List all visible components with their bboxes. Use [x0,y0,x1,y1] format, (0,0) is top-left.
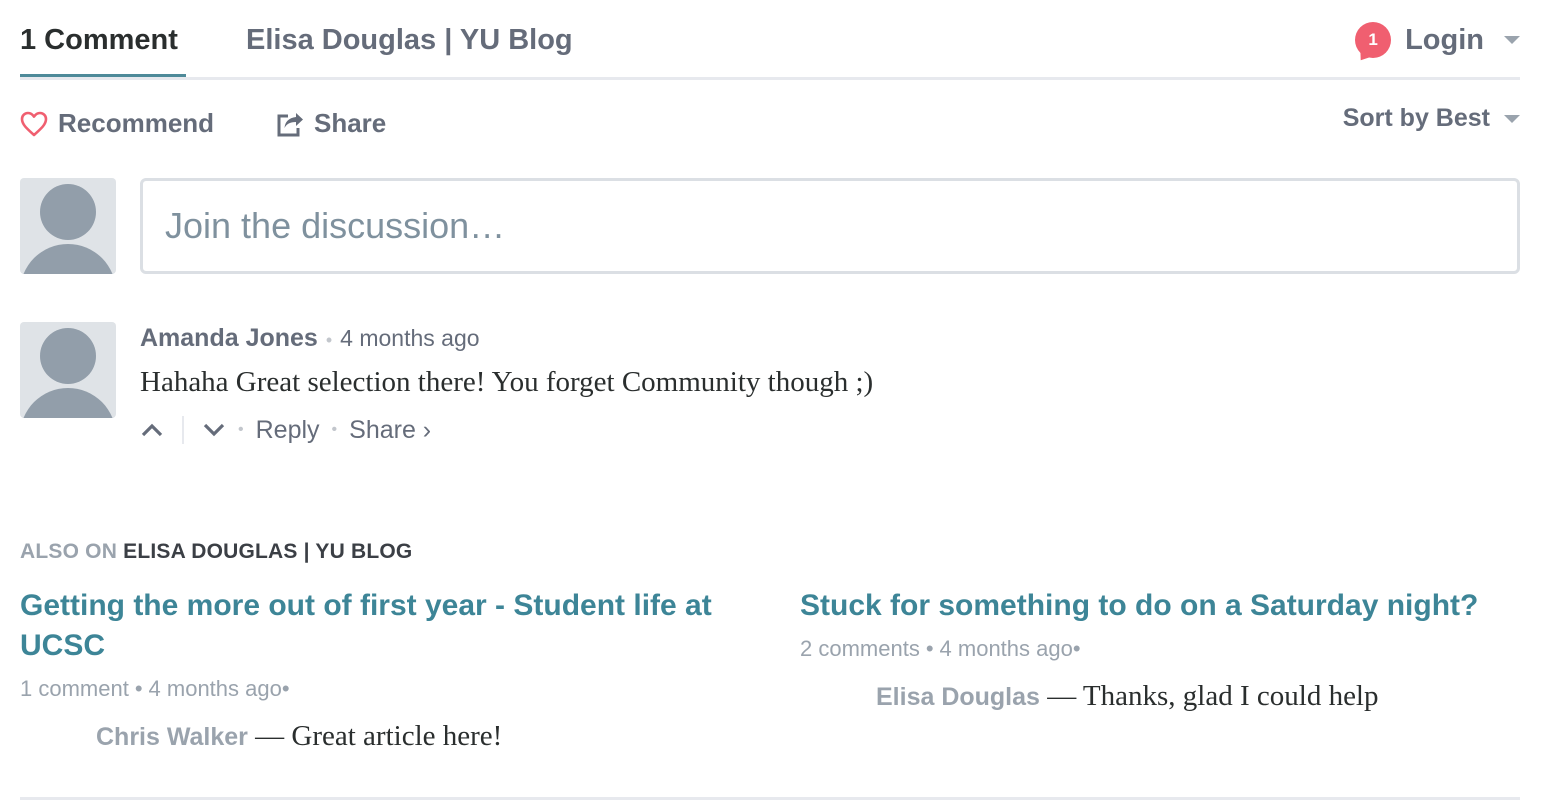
meta-separator: • [1072,636,1081,661]
comment-count: 2 comments [800,636,920,661]
downvote-icon [203,423,225,437]
comment-author-name[interactable]: Amanda Jones [140,324,318,353]
avatar-placeholder-icon [40,184,96,240]
upvote-icon [141,423,163,437]
recommended-discussion-title[interactable]: Stuck for something to do on a Saturday … [800,586,1500,626]
bottom-divider [20,797,1520,800]
comment-text: Hahaha Great selection there! You forget… [140,366,874,398]
vote-divider [182,416,184,444]
comment-timestamp[interactable]: 4 months ago [340,325,479,352]
caret-down-icon [1504,114,1520,123]
notification-badge[interactable]: 1 [1355,22,1392,58]
discussion-age: 4 months ago [148,676,282,701]
recommended-discussion-meta: 2 comments • 4 months ago• [800,636,1500,662]
meta-separator: • [325,330,333,350]
also-on-site: ELISA DOUGLAS | YU BLOG [123,540,413,563]
reply-link[interactable]: Reply [256,416,320,445]
share-thread-button[interactable]: Share [276,108,386,139]
snippet-text: — Thanks, glad I could help [1039,680,1379,712]
caret-down-icon[interactable] [1504,36,1520,44]
also-on-prefix: ALSO ON [20,540,124,563]
tab-comments[interactable]: 1 Comment [20,22,178,58]
footer-separator: • [331,421,338,438]
recommended-discussion: Stuck for something to do on a Saturday … [800,586,1500,713]
share-label: Share [314,108,387,138]
comment-author-avatar[interactable] [20,322,116,418]
recommended-comment-snippet[interactable]: Chris Walker — Great article here! [96,720,740,753]
snippet-text: — Great article here! [247,720,503,752]
avatar-placeholder-body [20,388,116,418]
recommended-comment-snippet[interactable]: Elisa Douglas — Thanks, glad I could hel… [876,680,1500,713]
active-tab-indicator [20,74,186,77]
tab-community[interactable]: Elisa Douglas | YU Blog [246,22,573,58]
snippet-author: Elisa Douglas [876,683,1040,711]
login-menu[interactable]: 1 Login [1355,20,1520,60]
comment-header: Amanda Jones • 4 months ago [140,324,480,353]
heart-icon [20,111,48,136]
recommended-discussion-meta: 1 comment • 4 months ago• [20,676,740,702]
comment-count: 1 comment [20,676,129,701]
avatar-placeholder-icon [40,328,96,384]
current-user-avatar[interactable] [20,178,116,274]
also-on-heading: ALSO ON ELISA DOUGLAS | YU BLOG [20,540,412,564]
meta-separator: • [134,676,143,701]
login-button[interactable]: Login [1405,24,1484,57]
meta-separator: • [925,636,934,661]
comment-composer-input[interactable] [140,178,1520,274]
recommended-discussion: Getting the more out of first year - Stu… [20,586,740,753]
footer-separator: • [238,421,244,438]
snippet-author: Chris Walker [96,723,248,751]
discussion-nav: 1 Comment Elisa Douglas | YU Blog 1 Logi… [20,0,1520,80]
discussion-age: 4 months ago [939,636,1073,661]
avatar-placeholder-body [20,244,116,274]
upvote-button[interactable] [140,418,164,442]
recommended-discussion-title[interactable]: Getting the more out of first year - Stu… [20,586,740,666]
sort-label: Sort by Best [1342,104,1490,132]
comment-footer: • Reply • Share › [140,412,431,448]
thread-actions: Recommend Share Sort by Best [20,104,1520,144]
recommend-label: Recommend [58,108,215,138]
share-icon [277,112,303,136]
share-comment-link[interactable]: Share › [349,416,431,445]
downvote-button[interactable] [202,418,226,442]
sort-dropdown[interactable]: Sort by Best [1343,104,1520,133]
meta-separator: • [281,676,290,701]
recommend-button[interactable]: Recommend [20,108,214,139]
